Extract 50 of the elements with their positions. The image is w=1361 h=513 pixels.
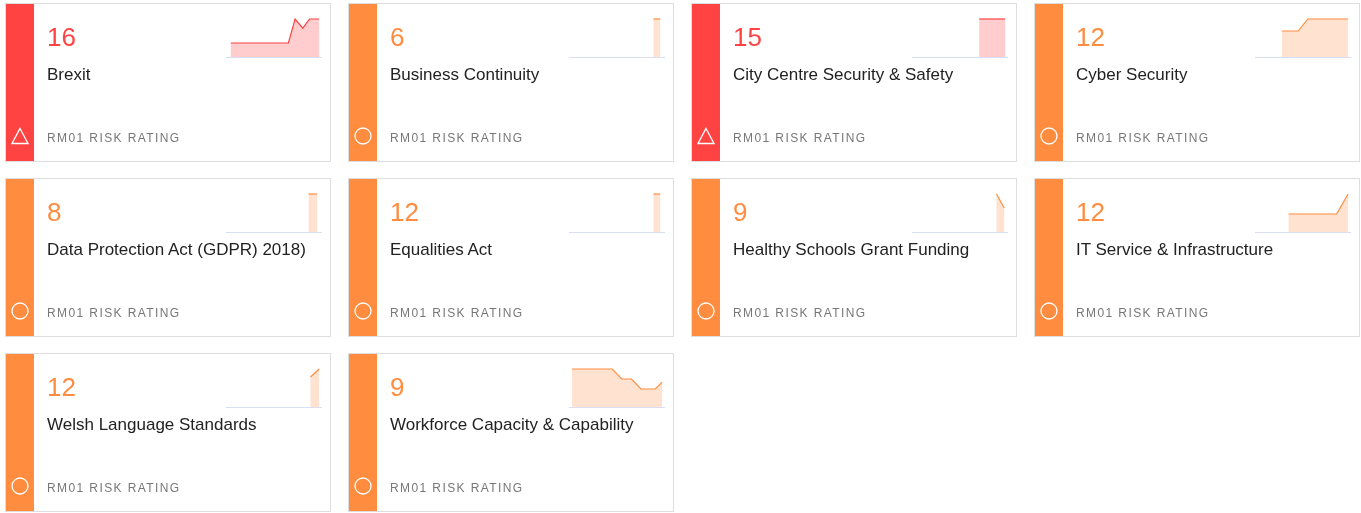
triangle-icon — [697, 127, 715, 145]
risk-card[interactable]: 8 Data Protection Act (GDPR) 2018) RM01 RISK RATING — [5, 178, 331, 337]
risk-title: Workforce Capacity & Capability — [390, 414, 635, 436]
risk-score: 12 — [47, 371, 76, 404]
risk-card[interactable]: 12 IT Service & Infrastructure RM01 RISK RATING — [1034, 178, 1360, 337]
risk-card[interactable]: 6 Business Continuity RM01 RISK RATING — [348, 3, 674, 162]
risk-title: Data Protection Act (GDPR) 2018) — [47, 239, 307, 261]
risk-score: 16 — [47, 21, 76, 54]
triangle-icon — [11, 127, 29, 145]
rating-label: RM01 RISK RATING — [733, 306, 867, 320]
rating-label: RM01 RISK RATING — [390, 306, 524, 320]
risk-card[interactable]: 9 Healthy Schools Grant Funding RM01 RISK RATING — [691, 178, 1017, 337]
circle-icon — [1040, 302, 1058, 320]
circle-icon — [11, 477, 29, 495]
risk-title: Brexit — [47, 64, 92, 86]
risk-score: 12 — [1076, 21, 1105, 54]
risk-card[interactable]: 12 Cyber Security RM01 RISK RATING — [1034, 3, 1360, 162]
rating-label: RM01 RISK RATING — [390, 481, 524, 495]
risk-card[interactable]: 12 Equalities Act RM01 RISK RATING — [348, 178, 674, 337]
risk-score: 8 — [47, 196, 62, 229]
rating-label: RM01 RISK RATING — [47, 306, 181, 320]
risk-title: Welsh Language Standards — [47, 414, 258, 436]
risk-score: 9 — [733, 196, 748, 229]
risk-score: 6 — [390, 21, 405, 54]
risk-score: 15 — [733, 21, 762, 54]
risk-score: 12 — [1076, 196, 1105, 229]
rating-label: RM01 RISK RATING — [733, 131, 867, 145]
risk-card[interactable]: 15 City Centre Security & Safety RM01 RISK RATING — [691, 3, 1017, 162]
circle-icon — [354, 477, 372, 495]
circle-icon — [354, 302, 372, 320]
risk-score: 12 — [390, 196, 419, 229]
risk-title: IT Service & Infrastructure — [1076, 239, 1275, 261]
circle-icon — [11, 302, 29, 320]
risk-title: Equalities Act — [390, 239, 494, 261]
rating-label: RM01 RISK RATING — [47, 481, 181, 495]
risk-card[interactable]: 16 Brexit RM01 RISK RATING — [5, 3, 331, 162]
rating-label: RM01 RISK RATING — [1076, 306, 1210, 320]
risk-card[interactable]: 9 Workforce Capacity & Capability RM01 RISK RATING — [348, 353, 674, 512]
circle-icon — [697, 302, 715, 320]
risk-title: Healthy Schools Grant Funding — [733, 239, 971, 261]
circle-icon — [354, 127, 372, 145]
risk-score: 9 — [390, 371, 405, 404]
rating-label: RM01 RISK RATING — [1076, 131, 1210, 145]
circle-icon — [1040, 127, 1058, 145]
risk-card[interactable]: 12 Welsh Language Standards RM01 RISK RATING — [5, 353, 331, 512]
rating-label: RM01 RISK RATING — [47, 131, 181, 145]
rating-label: RM01 RISK RATING — [390, 131, 524, 145]
risk-title: Cyber Security — [1076, 64, 1189, 86]
risk-title: City Centre Security & Safety — [733, 64, 955, 86]
risk-title: Business Continuity — [390, 64, 541, 86]
